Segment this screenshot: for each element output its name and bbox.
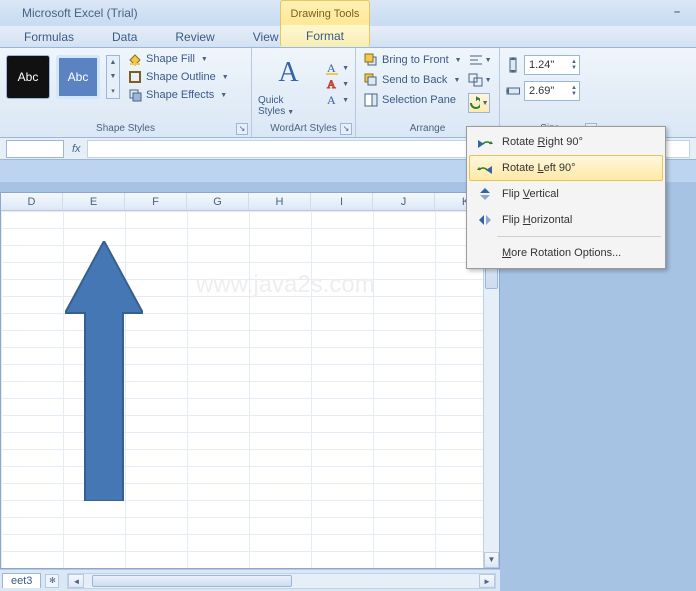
watermark: www.java2s.com bbox=[196, 271, 375, 299]
group-shape-styles: Abc Abc ▲▼▾ Shape Fill▼ Shape Outline▼ S… bbox=[0, 48, 252, 137]
new-sheet-button[interactable]: ✻ bbox=[41, 574, 63, 588]
col-header[interactable]: H bbox=[249, 193, 311, 210]
col-header[interactable]: E bbox=[63, 193, 125, 210]
rotate-dropdown: Rotate Right 90° Rotate Left 90° Flip Ve… bbox=[466, 126, 666, 269]
sheet-tab[interactable]: eet3 bbox=[2, 573, 41, 588]
shape-style-swatch-blue[interactable]: Abc bbox=[56, 55, 100, 99]
svg-text:A: A bbox=[327, 61, 336, 75]
col-header[interactable]: I bbox=[311, 193, 373, 210]
flip-vertical-icon bbox=[476, 186, 494, 202]
rotate-right-90-item[interactable]: Rotate Right 90° bbox=[469, 129, 663, 155]
more-rotation-label: More Rotation Options... bbox=[502, 247, 621, 259]
text-outline-icon[interactable]: A▼ bbox=[325, 77, 349, 91]
quick-styles-button[interactable]: A bbox=[273, 51, 305, 95]
fx-icon[interactable]: fx bbox=[72, 143, 81, 155]
send-back-icon bbox=[364, 73, 378, 87]
shape-outline-label: Shape Outline bbox=[146, 71, 216, 83]
group-arrange: Bring to Front▼ Send to Back▼ Selection … bbox=[356, 48, 500, 137]
hscroll-thumb[interactable] bbox=[92, 575, 292, 587]
flip-horizontal-item[interactable]: Flip Horizontal bbox=[469, 207, 663, 233]
scroll-right-button[interactable]: ► bbox=[479, 574, 495, 588]
align-button[interactable]: ▼ bbox=[468, 51, 492, 69]
selection-pane-label: Selection Pane bbox=[382, 94, 456, 106]
rotate-right-icon bbox=[476, 134, 494, 150]
column-headers: D E F G H I J K bbox=[1, 193, 499, 211]
scroll-left-button[interactable]: ◄ bbox=[68, 574, 84, 588]
tab-format[interactable]: Format bbox=[280, 25, 370, 47]
horizontal-scrollbar[interactable]: ◄ ► bbox=[67, 573, 496, 589]
send-to-back-button[interactable]: Send to Back▼ bbox=[362, 71, 464, 89]
col-header[interactable]: G bbox=[187, 193, 249, 210]
bring-to-front-button[interactable]: Bring to Front▼ bbox=[362, 51, 464, 69]
selection-pane-button[interactable]: Selection Pane bbox=[362, 91, 464, 109]
flip-vertical-label: Flip Vertical bbox=[502, 188, 559, 200]
group-label-shape-styles: Shape Styles bbox=[6, 123, 245, 136]
menu-separator bbox=[497, 236, 661, 237]
minimize-button[interactable]: – bbox=[668, 6, 686, 20]
shape-effects-button[interactable]: Shape Effects▼ bbox=[126, 87, 231, 103]
col-header[interactable]: F bbox=[125, 193, 187, 210]
effects-icon bbox=[128, 88, 142, 102]
group-wordart-styles: A Quick Styles▼ A▼ A▼ A▼ WordArt Styles … bbox=[252, 48, 356, 137]
bring-front-icon bbox=[364, 53, 378, 67]
group-button[interactable]: ▼ bbox=[468, 71, 492, 89]
worksheet: D E F G H I J K www.java2s.com ▲ ▼ bbox=[0, 192, 500, 569]
bucket-icon bbox=[128, 52, 142, 66]
tab-data[interactable]: Data bbox=[106, 27, 143, 47]
blank-icon bbox=[476, 245, 494, 261]
shape-fill-button[interactable]: Shape Fill▼ bbox=[126, 51, 231, 67]
height-icon bbox=[506, 58, 520, 72]
more-rotation-options-item[interactable]: More Rotation Options... bbox=[469, 240, 663, 266]
app-title: Microsoft Excel (Trial) bbox=[22, 6, 138, 20]
shape-style-swatch-dark[interactable]: Abc bbox=[6, 55, 50, 99]
text-effects-icon[interactable]: A▼ bbox=[325, 93, 349, 107]
contextual-tab-drawing-tools: Drawing Tools bbox=[280, 0, 370, 26]
ribbon: Abc Abc ▲▼▾ Shape Fill▼ Shape Outline▼ S… bbox=[0, 48, 696, 138]
col-header[interactable]: D bbox=[1, 193, 63, 210]
dialog-launcher-shape-styles[interactable]: ↘ bbox=[236, 123, 248, 135]
selection-pane-icon bbox=[364, 93, 378, 107]
shape-outline-button[interactable]: Shape Outline▼ bbox=[126, 69, 231, 85]
tab-formulas[interactable]: Formulas bbox=[18, 27, 80, 47]
svg-text:A: A bbox=[327, 93, 336, 107]
bring-front-label: Bring to Front bbox=[382, 54, 449, 66]
tab-view[interactable]: View bbox=[247, 27, 285, 47]
dialog-launcher-wordart[interactable]: ↘ bbox=[340, 123, 352, 135]
quick-styles-label: Quick Styles▼ bbox=[258, 95, 319, 117]
up-arrow-shape[interactable] bbox=[65, 241, 143, 501]
cell-grid[interactable]: www.java2s.com bbox=[1, 211, 499, 568]
svg-text:A: A bbox=[327, 77, 336, 91]
name-box[interactable] bbox=[6, 140, 64, 158]
rotate-left-icon bbox=[476, 160, 494, 176]
sheet-tab-bar: eet3 ✻ ◄ ► bbox=[0, 569, 500, 591]
text-fill-icon[interactable]: A▼ bbox=[325, 61, 349, 75]
flip-horizontal-icon bbox=[476, 212, 494, 228]
rotate-left-label: Rotate Left 90° bbox=[502, 162, 576, 174]
group-label-wordart: WordArt Styles bbox=[258, 123, 349, 136]
shape-fill-label: Shape Fill bbox=[146, 53, 195, 65]
scroll-down-button[interactable]: ▼ bbox=[484, 552, 499, 568]
shape-effects-label: Shape Effects bbox=[146, 89, 214, 101]
title-bar: Microsoft Excel (Trial) Drawing Tools – bbox=[0, 0, 696, 26]
send-back-label: Send to Back bbox=[382, 74, 447, 86]
tab-review[interactable]: Review bbox=[169, 27, 220, 47]
flip-vertical-item[interactable]: Flip Vertical bbox=[469, 181, 663, 207]
width-icon bbox=[506, 84, 520, 98]
ribbon-tabs: Formulas Data Review View Format bbox=[0, 26, 696, 48]
group-size: 1.24"▲▼ 2.69"▲▼ Size ↘ bbox=[500, 48, 600, 137]
rotate-button[interactable]: ▼ bbox=[468, 93, 490, 113]
rotate-right-label: Rotate Right 90° bbox=[502, 136, 583, 148]
rotate-left-90-item[interactable]: Rotate Left 90° bbox=[469, 155, 663, 181]
shape-style-gallery-more[interactable]: ▲▼▾ bbox=[106, 55, 120, 99]
height-input[interactable]: 1.24"▲▼ bbox=[524, 55, 580, 75]
width-input[interactable]: 2.69"▲▼ bbox=[524, 81, 580, 101]
col-header[interactable]: J bbox=[373, 193, 435, 210]
pencil-icon bbox=[128, 70, 142, 84]
flip-horizontal-label: Flip Horizontal bbox=[502, 214, 572, 226]
